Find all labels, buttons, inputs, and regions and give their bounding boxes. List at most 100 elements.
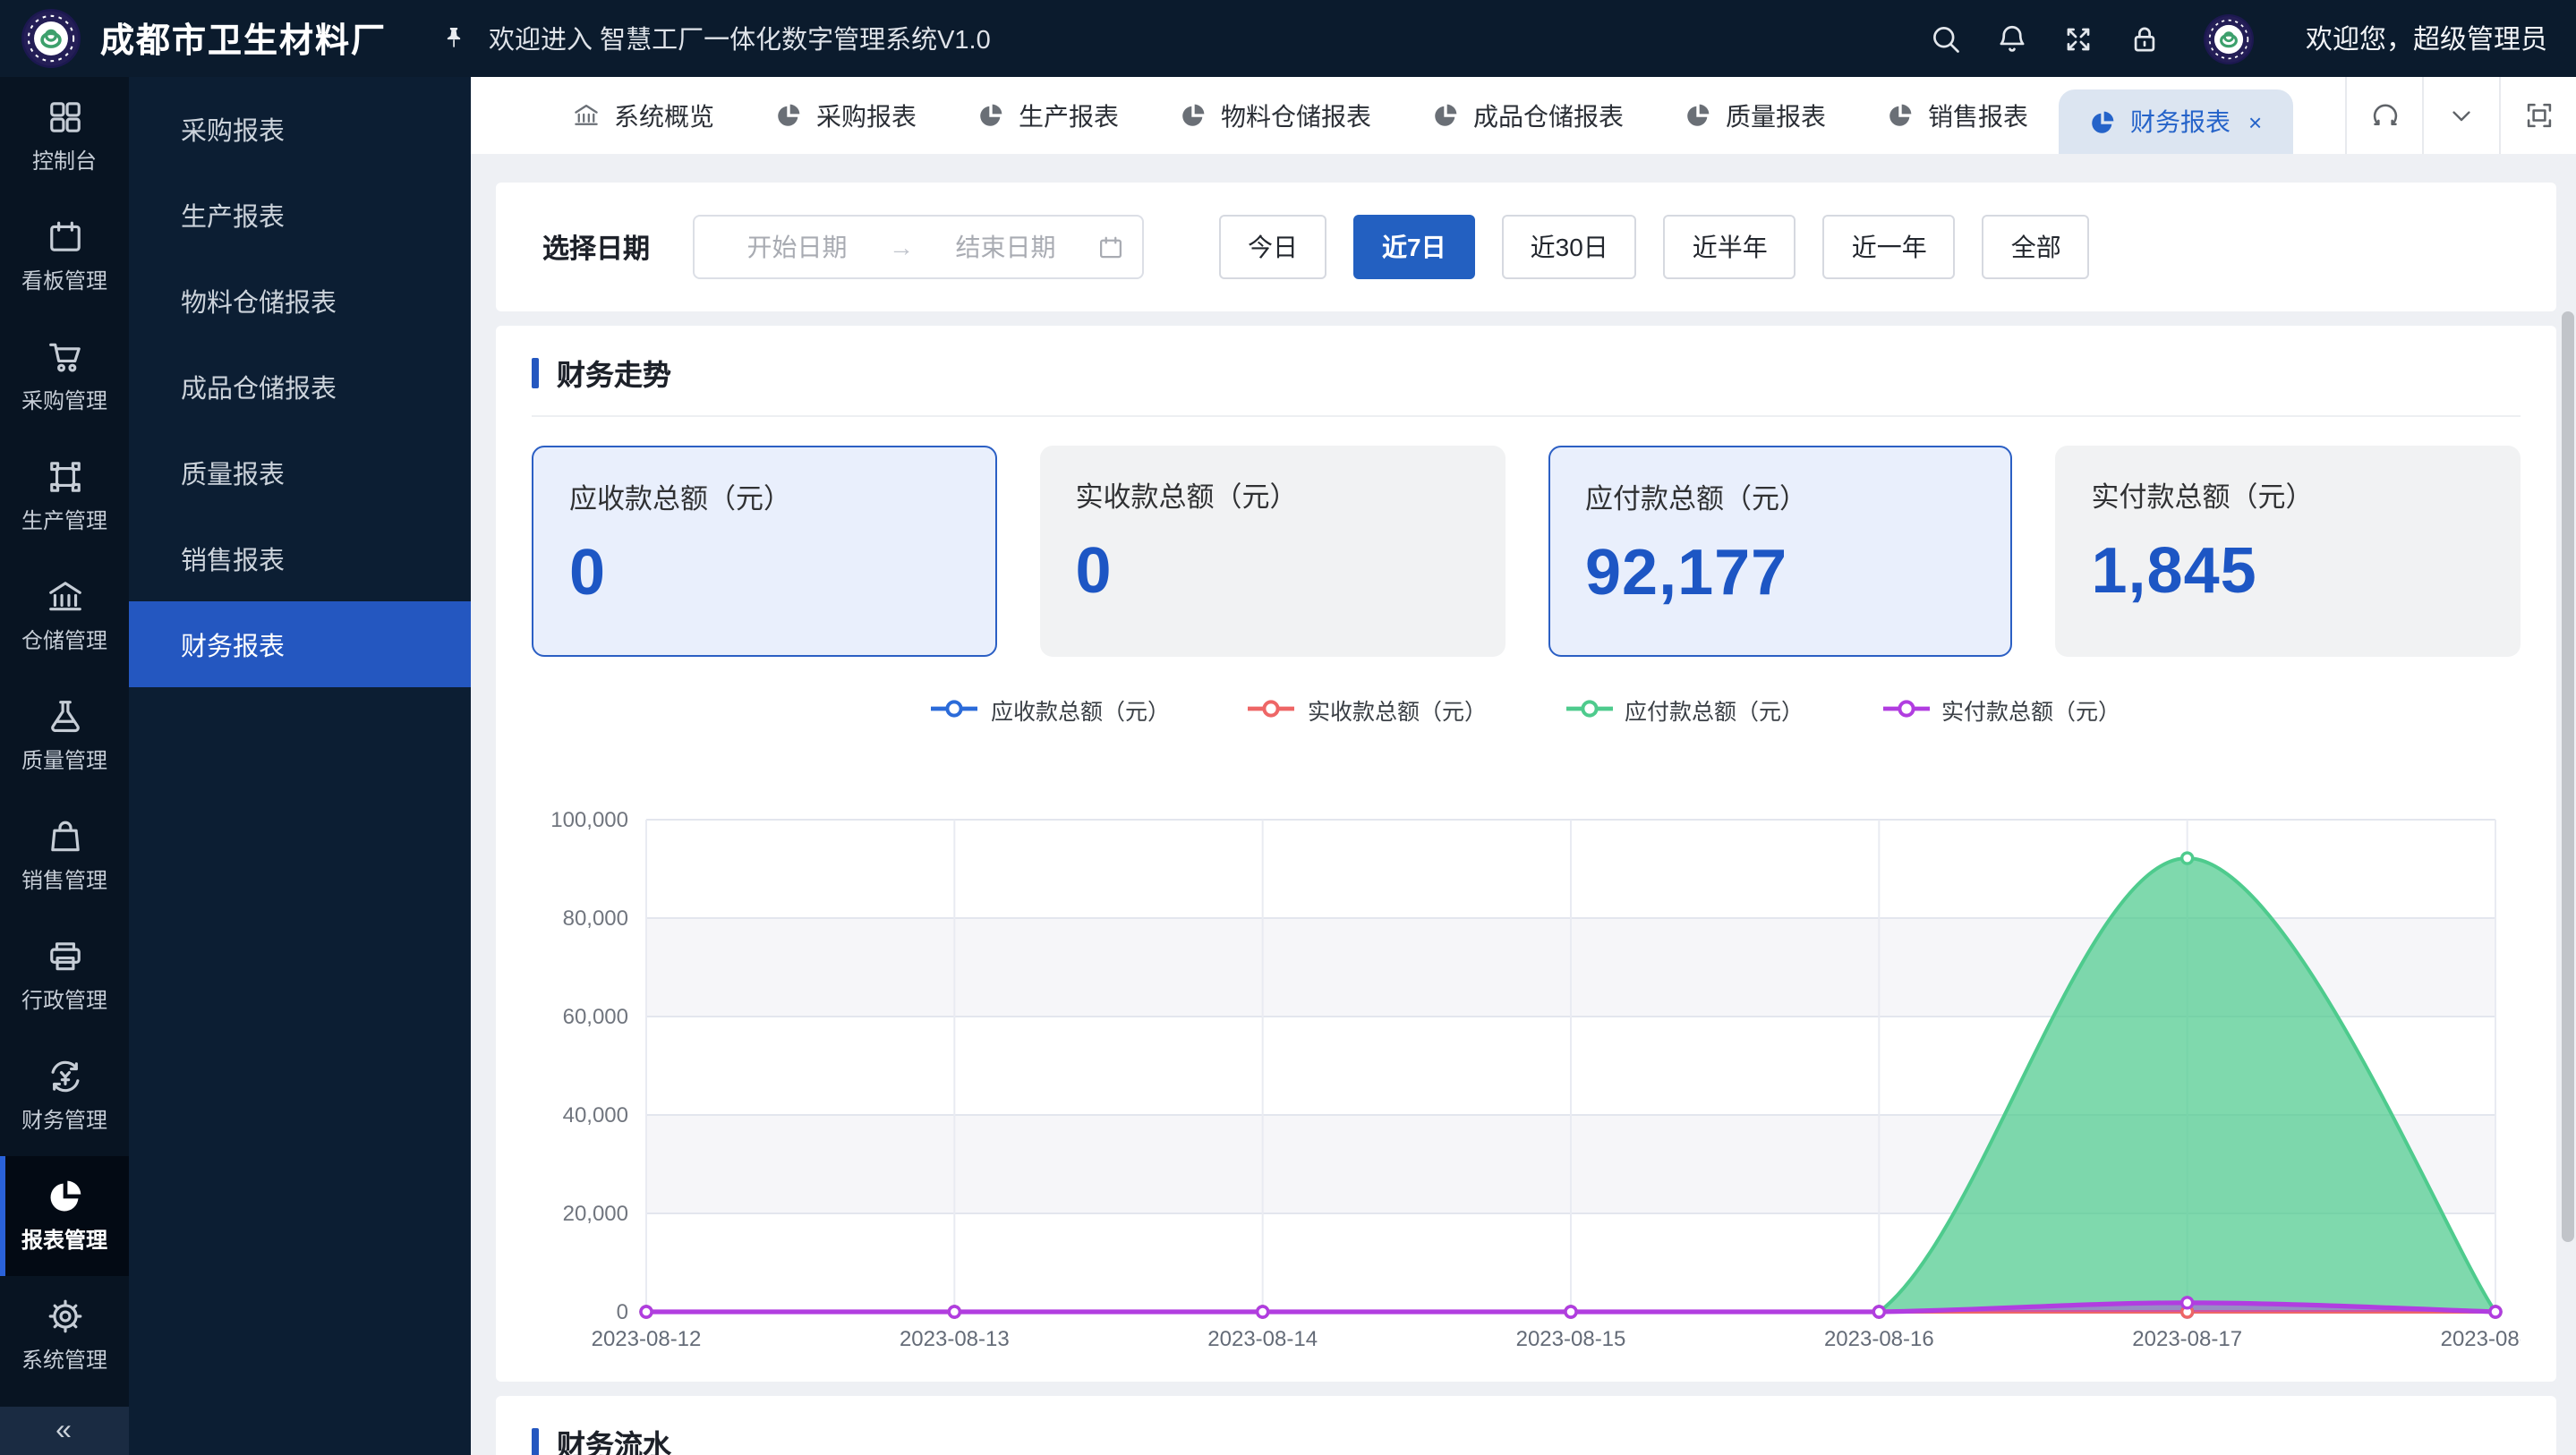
flow-section-title: 财务流水 [532,1421,2521,1455]
sidebar-item-质量管理[interactable]: 质量管理 [0,676,129,796]
legend-item-实收款总额（元）[interactable]: 实收款总额（元） [1248,692,1487,726]
maximize-icon[interactable] [2499,77,2576,154]
pin-icon[interactable] [440,25,467,52]
vertical-scrollbar[interactable] [2562,311,2574,1242]
sidebar-item-行政管理[interactable]: 行政管理 [0,916,129,1036]
tab-label: 物料仓储报表 [1221,101,1371,130]
range-button-近7日[interactable]: 近7日 [1353,215,1475,279]
tab-label: 生产报表 [1019,101,1119,130]
sidebar-item-销售管理[interactable]: 销售管理 [0,796,129,916]
svg-text:2023-08-18: 2023-08-18 [2441,1327,2521,1351]
tab-财务报表[interactable]: 财务报表 × [2059,89,2293,154]
sidebar-item-报表管理[interactable]: 报表管理 [0,1156,129,1276]
close-icon[interactable]: × [2248,108,2262,135]
pie-icon [46,1178,83,1215]
sidebar-item-生产管理[interactable]: 生产管理 [0,437,129,557]
legend-label: 实收款总额（元） [1307,699,1487,724]
chevron-down-icon[interactable] [2422,77,2499,154]
submenu-item-成品仓储报表[interactable]: 成品仓储报表 [129,344,471,430]
submenu-item-销售报表[interactable]: 销售报表 [129,515,471,601]
tab-物料仓储报表[interactable]: 物料仓储报表 [1149,77,1402,154]
submenu-item-采购报表[interactable]: 采购报表 [129,86,471,172]
svg-text:0: 0 [617,1300,628,1324]
submenu-item-财务报表[interactable]: 财务报表 [129,601,471,687]
trend-section-title: 财务走势 [532,351,2521,394]
bag-icon [46,818,83,855]
range-button-近30日[interactable]: 近30日 [1501,215,1637,279]
calendar-icon [46,218,83,256]
range-button-全部[interactable]: 全部 [1982,215,2090,279]
pie-icon [1432,102,1459,129]
avatar[interactable] [2203,13,2254,64]
sidebar-item-label: 销售管理 [21,868,107,893]
sidebar-item-label: 仓储管理 [21,628,107,653]
end-date-placeholder[interactable]: 结束日期 [921,229,1090,265]
refresh-icon[interactable] [2345,77,2422,154]
fullscreen-icon[interactable] [2062,22,2094,55]
sidebar-item-控制台[interactable]: 控制台 [0,77,129,197]
sidebar-item-看板管理[interactable]: 看板管理 [0,197,129,317]
legend-item-应收款总额（元）[interactable]: 应收款总额（元） [931,692,1170,726]
tab-bar: 系统概览 采购报表 生产报表 物料仓储报表 成品仓储报表 质量报表 销售报表 财务报表 × [471,77,2576,154]
range-button-近一年[interactable]: 近一年 [1822,215,1956,279]
tab-采购报表[interactable]: 采购报表 [745,77,947,154]
bell-icon[interactable] [1996,22,2028,55]
range-arrow-icon: → [889,233,915,261]
legend-item-应付款总额（元）[interactable]: 应付款总额（元） [1565,692,1804,726]
sidebar-item-仓储管理[interactable]: 仓储管理 [0,557,129,676]
sidebar-item-采购管理[interactable]: 采购管理 [0,317,129,437]
sidebar-item-财务管理[interactable]: 财务管理 [0,1036,129,1156]
sidebar-item-label: 生产管理 [21,508,107,533]
submenu-item-生产报表[interactable]: 生产报表 [129,172,471,258]
legend-label: 应付款总额（元） [1625,699,1804,724]
submenu-item-物料仓储报表[interactable]: 物料仓储报表 [129,258,471,344]
bank-icon [573,102,600,129]
flow-title-text: 财务流水 [557,1432,672,1455]
bank-icon [46,578,83,616]
stat-cards: 应收款总额（元） 0 实收款总额（元） 0 应付款总额（元） 92,177 实付款总额（元）… [532,446,2521,657]
legend-marker-icon [1248,698,1295,719]
tab-生产报表[interactable]: 生产报表 [947,77,1149,154]
svg-text:2023-08-16: 2023-08-16 [1824,1327,1934,1351]
quick-range-buttons: 今日 近7日 近30日 近半年 近一年 全部 [1219,215,2090,279]
svg-text:40,000: 40,000 [563,1103,628,1127]
tab-质量报表[interactable]: 质量报表 [1654,77,1856,154]
tab-系统概览[interactable]: 系统概览 [542,77,745,154]
chart-legend: 应收款总额（元） 实收款总额（元） 应付款总额（元） 实付款总额（元） [532,693,2521,725]
sidebar-item-label: 采购管理 [21,388,107,413]
sidebar-item-label: 财务管理 [21,1108,107,1133]
pie-icon [1685,102,1711,129]
search-icon[interactable] [1930,22,1962,55]
legend-label: 应收款总额（元） [990,699,1170,724]
legend-marker-icon [1565,698,1612,719]
pie-icon [775,102,802,129]
collapse-sidebar-button[interactable]: « [0,1407,129,1455]
stat-card-实付款总额（元）: 实付款总额（元） 1,845 [2055,446,2521,657]
start-date-placeholder[interactable]: 开始日期 [712,229,882,265]
sidebar-item-系统管理[interactable]: 系统管理 [0,1276,129,1396]
pie-icon [2089,108,2116,135]
top-bar: 成都市卫生材料厂 欢迎进入 智慧工厂一体化数字管理系统V1.0 欢迎您，超级管理… [0,0,2576,77]
sidebar-item-label: 质量管理 [21,748,107,773]
svg-text:100,000: 100,000 [550,808,628,832]
legend-item-实付款总额（元）[interactable]: 实付款总额（元） [1882,692,2120,726]
svg-text:60,000: 60,000 [563,1005,628,1029]
company-logo [21,9,81,68]
lock-icon[interactable] [2128,22,2161,55]
report-submenu: 采购报表 生产报表 物料仓储报表 成品仓储报表 质量报表 销售报表 财务报表 [129,77,471,1455]
range-button-近半年[interactable]: 近半年 [1663,215,1796,279]
tab-销售报表[interactable]: 销售报表 [1856,77,2059,154]
stat-card-应收款总额（元）: 应收款总额（元） 0 [532,446,997,657]
finance-flow-card: 财务流水 [496,1396,2556,1455]
tab-成品仓储报表[interactable]: 成品仓储报表 [1402,77,1654,154]
company-name: 成都市卫生材料厂 [100,23,388,61]
printer-icon [46,938,83,975]
submenu-item-质量报表[interactable]: 质量报表 [129,430,471,515]
money-cycle-icon [46,1058,83,1095]
stat-card-实收款总额（元）: 实收款总额（元） 0 [1039,446,1505,657]
range-button-今日[interactable]: 今日 [1219,215,1327,279]
pie-icon [1887,102,1914,129]
tab-label: 成品仓储报表 [1473,101,1624,130]
date-range-input[interactable]: 开始日期 → 结束日期 [693,215,1145,279]
tab-label: 采购报表 [816,101,917,130]
